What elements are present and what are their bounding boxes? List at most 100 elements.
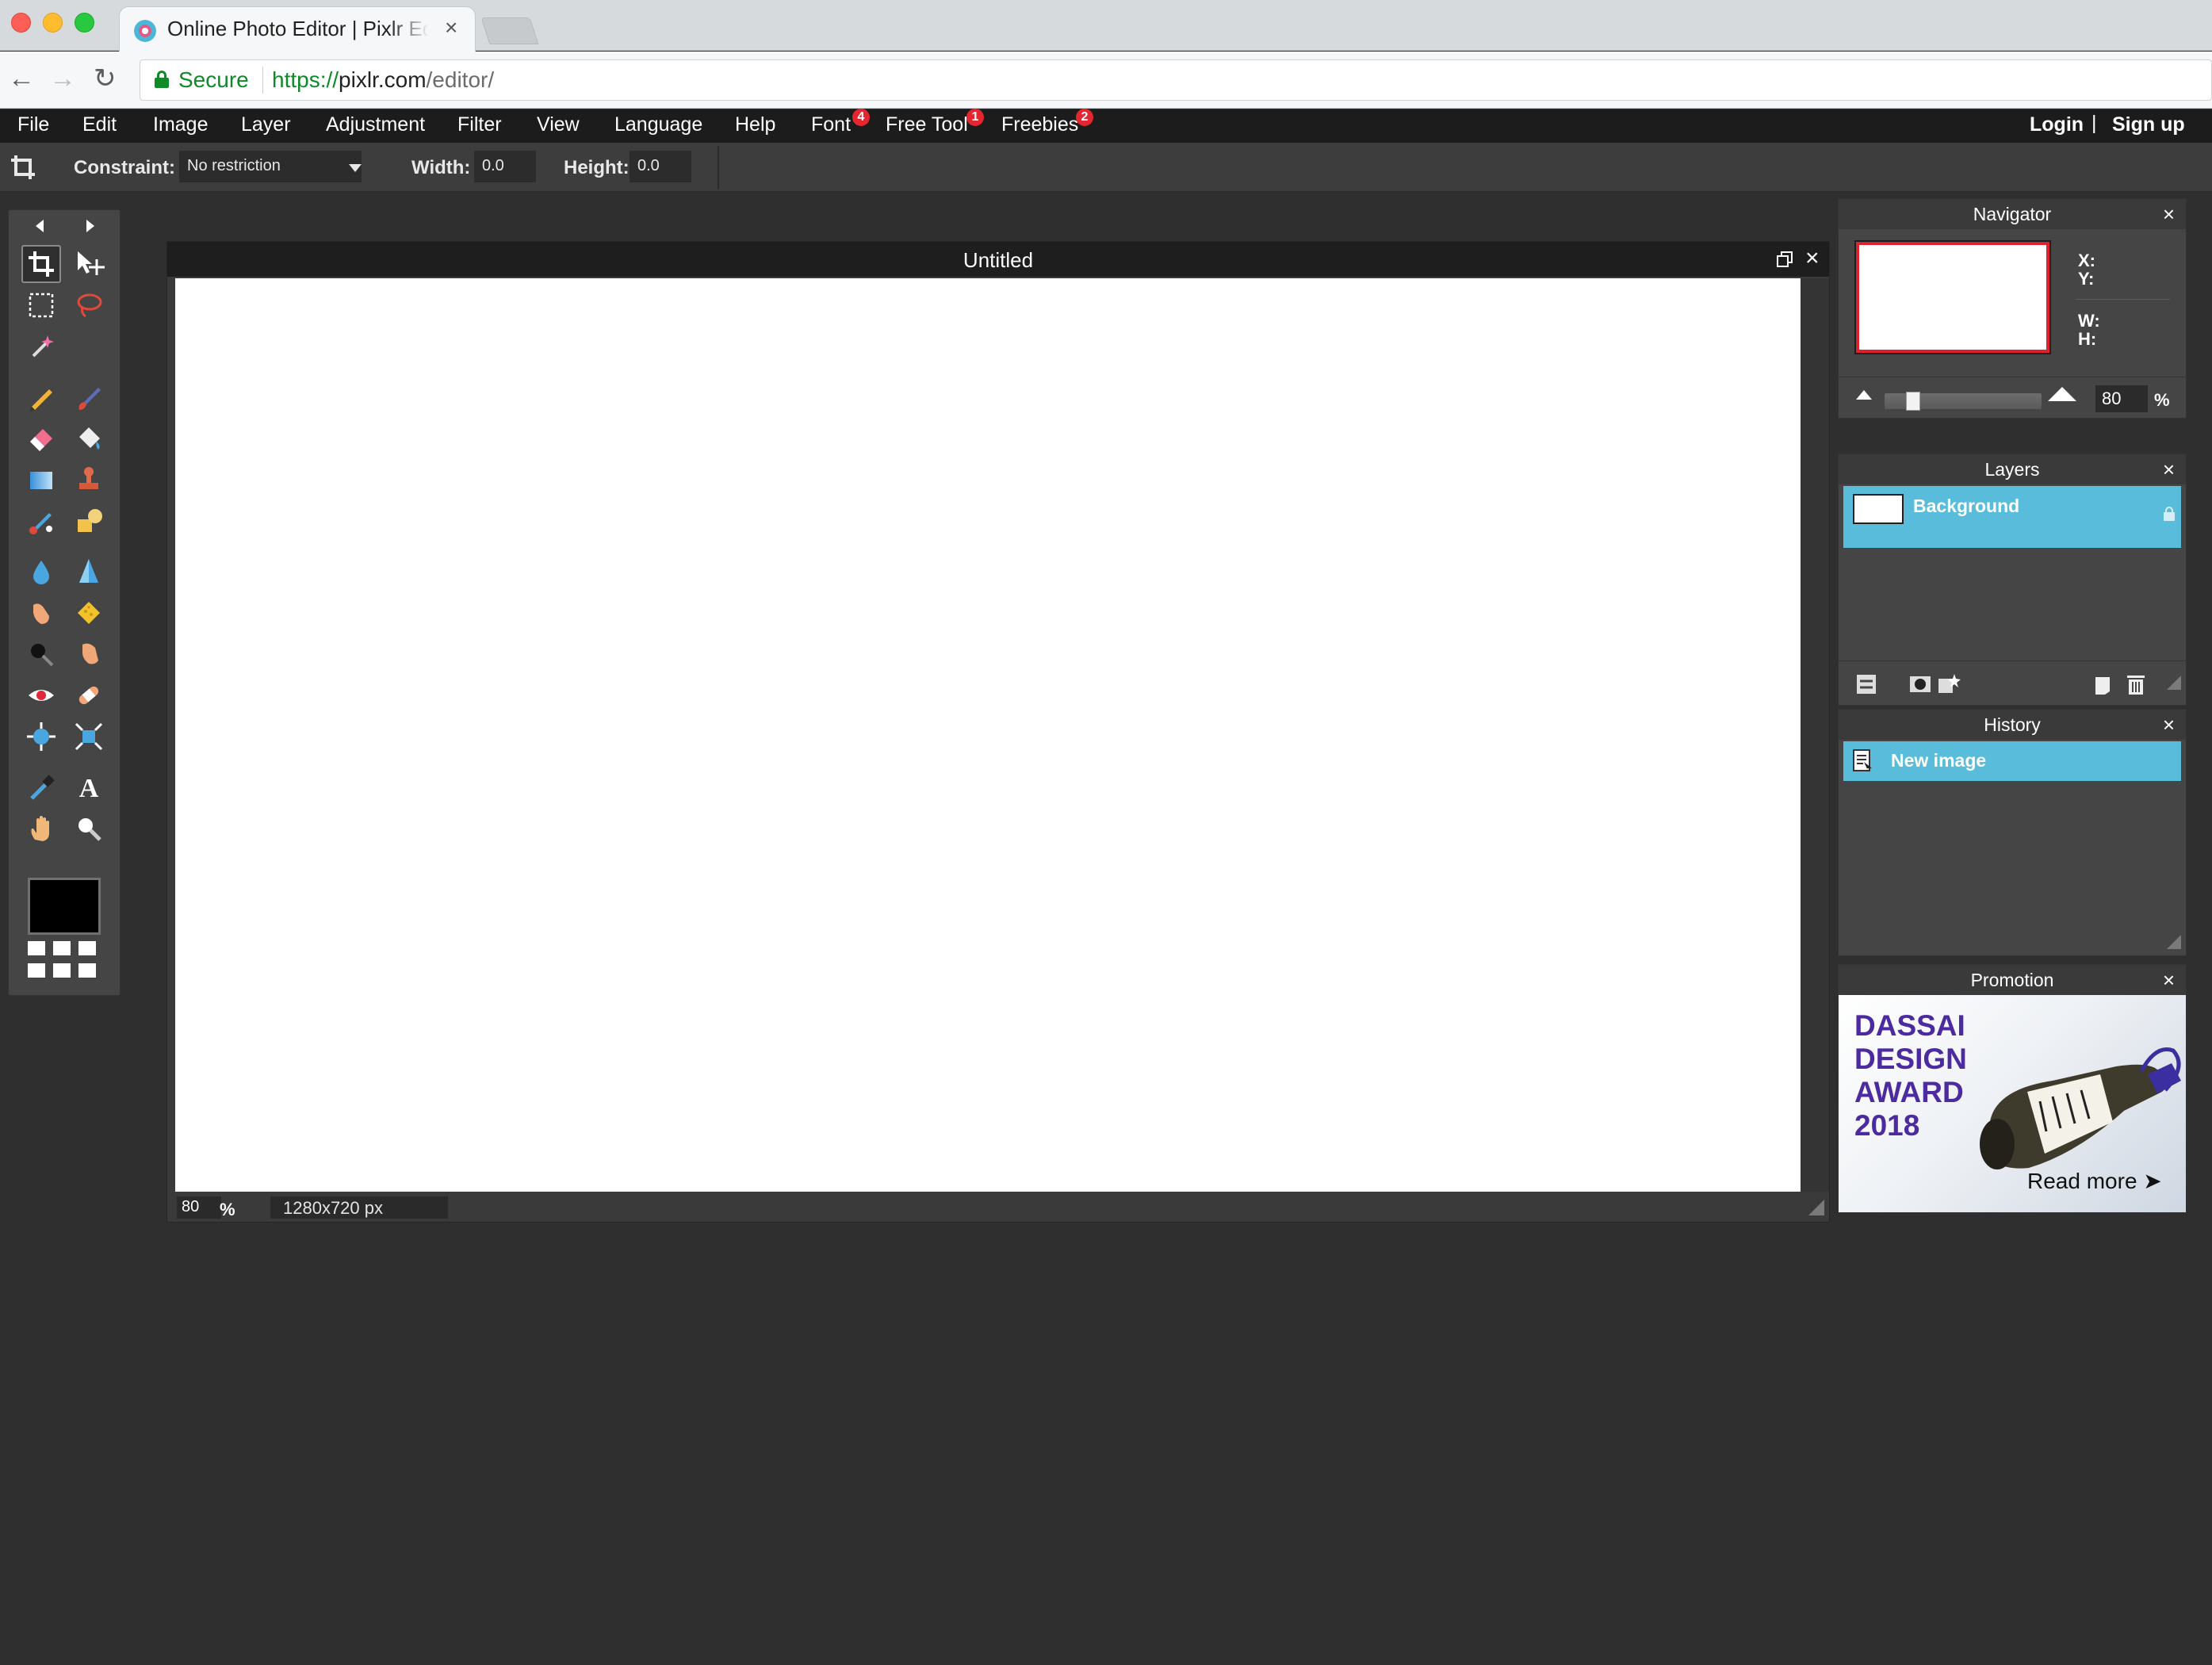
grid-layout-icon[interactable] xyxy=(78,941,96,955)
close-document-icon[interactable]: × xyxy=(1805,245,1820,272)
lasso-tool-icon[interactable] xyxy=(69,286,109,324)
close-icon[interactable]: × xyxy=(2163,457,2175,482)
zoom-slider-thumb[interactable] xyxy=(1906,392,1920,411)
zoom-input[interactable]: 80 xyxy=(177,1196,221,1219)
menu-language[interactable]: Language xyxy=(614,113,702,136)
eraser-tool-icon[interactable] xyxy=(21,419,61,457)
pencil-tool-icon[interactable] xyxy=(21,378,61,416)
close-icon[interactable]: × xyxy=(2163,202,2175,227)
promotion-banner[interactable]: DASSAI DESIGN AWARD 2018 Read more ➤ xyxy=(1839,995,2186,1212)
brush-tool-icon[interactable] xyxy=(69,378,109,416)
foreground-color-swatch[interactable] xyxy=(28,878,101,935)
sharpen-tool-icon[interactable] xyxy=(69,553,109,591)
signup-link[interactable]: Sign up xyxy=(2112,113,2185,136)
grid-layout-icon[interactable] xyxy=(28,963,45,978)
magic-wand-tool-icon[interactable] xyxy=(21,327,61,366)
resize-grip-icon[interactable] xyxy=(1808,1200,1824,1215)
menu-freebies[interactable]: Freebies 2 xyxy=(1001,109,1093,136)
new-layer-icon[interactable] xyxy=(2091,672,2114,696)
drawing-tool-icon[interactable] xyxy=(69,502,109,540)
blur-tool-icon[interactable] xyxy=(21,553,61,591)
layer-row-background[interactable]: Background xyxy=(1843,486,2181,548)
menu-filter[interactable]: Filter xyxy=(457,113,502,136)
url-text[interactable]: https://pixlr.com/editor/ xyxy=(272,67,494,93)
red-eye-tool-icon[interactable] xyxy=(21,676,61,714)
chevron-down-icon[interactable] xyxy=(349,164,362,172)
constraint-select[interactable]: No restriction xyxy=(179,151,362,182)
history-header[interactable]: History × xyxy=(1839,710,2186,740)
resize-grip-icon[interactable] xyxy=(2167,935,2181,949)
navigator-preview[interactable] xyxy=(1856,242,2049,353)
grid-layout-icon[interactable] xyxy=(53,963,71,978)
menu-adjustment[interactable]: Adjustment xyxy=(326,113,425,136)
window-close-button[interactable] xyxy=(11,13,31,33)
zoom-out-mountain-icon[interactable] xyxy=(1856,390,1872,400)
burn-tool-icon[interactable] xyxy=(21,635,61,673)
menu-free-tool[interactable]: Free Tool 1 xyxy=(886,109,984,136)
image-canvas[interactable] xyxy=(175,278,1801,1192)
secure-label: Secure xyxy=(178,67,249,92)
navigator-header[interactable]: Navigator × xyxy=(1839,199,2186,229)
marquee-tool-icon[interactable] xyxy=(21,286,61,324)
menu-file[interactable]: File xyxy=(17,113,49,136)
spot-heal-tool-icon[interactable] xyxy=(69,676,109,714)
menu-view[interactable]: View xyxy=(537,113,580,136)
resize-grip-icon[interactable] xyxy=(2167,676,2181,690)
restore-window-icon[interactable] xyxy=(1775,250,1794,269)
sponge-tool-icon[interactable] xyxy=(69,594,109,632)
read-more-link[interactable]: Read more ➤ xyxy=(2027,1168,2162,1194)
toolbox-collapse-left-icon[interactable] xyxy=(36,220,44,232)
history-item[interactable]: New image xyxy=(1843,741,2181,781)
hand-tool-icon[interactable] xyxy=(21,810,61,848)
close-icon[interactable]: × xyxy=(2163,968,2175,993)
zoom-unit: % xyxy=(220,1200,235,1219)
menu-font[interactable]: Font 4 xyxy=(811,109,870,136)
back-arrow-icon[interactable]: ← xyxy=(8,63,35,94)
grid-layout-icon[interactable] xyxy=(78,963,96,978)
layer-style-icon[interactable] xyxy=(1937,672,1961,696)
dodge-tool-icon[interactable] xyxy=(69,635,109,673)
window-maximize-button[interactable] xyxy=(75,13,94,33)
close-icon[interactable]: × xyxy=(2163,713,2175,737)
zoom-in-mountain-icon[interactable] xyxy=(2048,387,2076,401)
new-tab-button[interactable] xyxy=(480,17,539,44)
crop-tool-icon[interactable] xyxy=(21,245,61,283)
menu-edit[interactable]: Edit xyxy=(82,113,117,136)
toolbox-expand-right-icon[interactable] xyxy=(86,220,94,232)
bloat-tool-icon[interactable] xyxy=(21,718,61,756)
type-tool-icon[interactable]: A xyxy=(69,768,109,806)
gradient-tool-icon[interactable] xyxy=(21,461,61,499)
reload-icon[interactable]: ↻ xyxy=(94,63,117,94)
pinch-tool-icon[interactable] xyxy=(69,718,109,756)
document-titlebar[interactable]: Untitled × xyxy=(167,242,1829,277)
login-link[interactable]: Login xyxy=(2030,113,2084,136)
menu-image[interactable]: Image xyxy=(153,113,208,136)
width-input[interactable]: 0.0 xyxy=(474,151,536,182)
color-replace-tool-icon[interactable] xyxy=(21,502,61,540)
trash-icon[interactable] xyxy=(2124,672,2148,696)
grid-layout-icon[interactable] xyxy=(53,941,71,955)
promotion-header[interactable]: Promotion × xyxy=(1839,965,2186,995)
color-picker-tool-icon[interactable] xyxy=(21,768,61,806)
vertical-scrollbar[interactable] xyxy=(1801,278,1829,1192)
grid-layout-icon[interactable] xyxy=(28,941,45,955)
layer-settings-icon[interactable] xyxy=(1854,672,1878,696)
browser-tab[interactable]: Online Photo Editor | Pixlr Editor × xyxy=(119,6,476,52)
window-minimize-button[interactable] xyxy=(43,13,63,33)
address-bar[interactable]: Secure https://pixlr.com/editor/ xyxy=(140,59,2212,101)
height-input[interactable]: 0.0 xyxy=(630,151,691,182)
clone-stamp-tool-icon[interactable] xyxy=(69,461,109,499)
layer-mask-icon[interactable] xyxy=(1908,672,1932,696)
forward-arrow-icon[interactable]: → xyxy=(49,63,76,94)
menu-layer[interactable]: Layer xyxy=(241,113,291,136)
pixlr-favicon-icon xyxy=(134,20,156,42)
layers-header[interactable]: Layers × xyxy=(1839,454,2186,484)
move-tool-icon[interactable] xyxy=(69,245,109,283)
zoom-tool-icon[interactable] xyxy=(69,810,109,848)
menu-help[interactable]: Help xyxy=(735,113,775,136)
navigator-zoom-input[interactable]: 80 xyxy=(2095,385,2148,412)
tab-close-icon[interactable]: × xyxy=(445,15,457,40)
paint-bucket-tool-icon[interactable] xyxy=(69,419,109,457)
smudge-tool-icon[interactable] xyxy=(21,594,61,632)
zoom-slider[interactable] xyxy=(1885,392,2042,411)
